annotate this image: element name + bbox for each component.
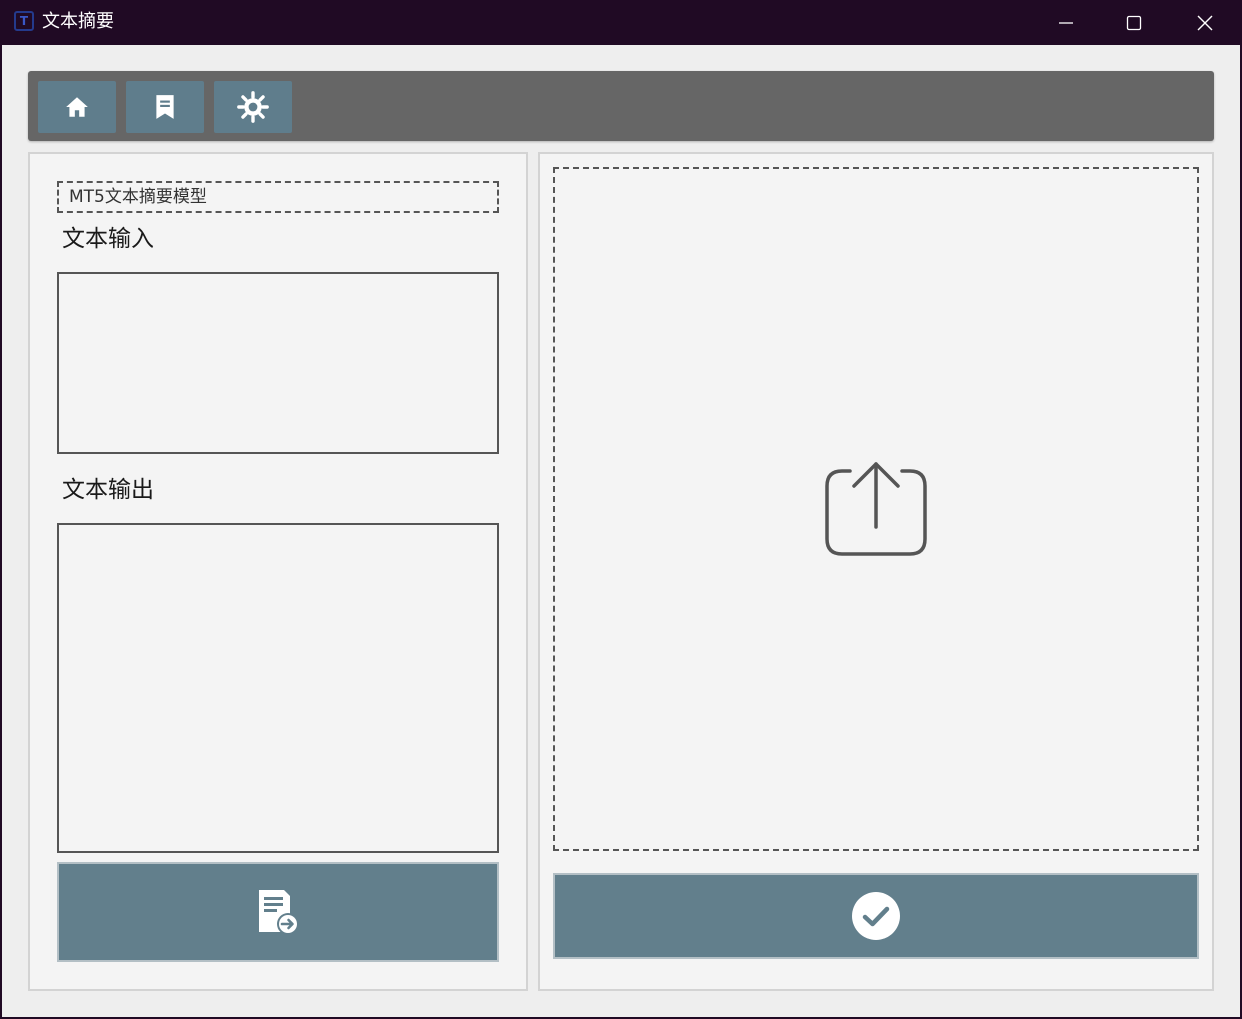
model-name-label: MT5文本摘要模型 (57, 181, 499, 213)
minimize-icon (1059, 21, 1073, 24)
left-panel: MT5文本摘要模型 文本输入 文本输出 (28, 152, 528, 991)
minimize-button[interactable] (1031, 0, 1101, 45)
bookmark-button[interactable] (126, 81, 204, 133)
title-bar: T 文本摘要 (0, 0, 1242, 45)
output-label: 文本输出 (62, 477, 154, 503)
gear-icon (237, 91, 269, 123)
input-label: 文本输入 (62, 226, 154, 252)
home-icon (66, 97, 88, 117)
app-logo-icon: T (14, 11, 34, 31)
toolbar (28, 71, 1214, 141)
window-content: MT5文本摘要模型 文本输入 文本输出 (2, 45, 1240, 1017)
maximize-icon (1126, 15, 1142, 30)
text-output-area[interactable] (57, 523, 499, 853)
bookmark-icon (156, 95, 174, 119)
document-export-icon (259, 890, 299, 935)
summarize-button[interactable] (57, 862, 499, 962)
maximize-button[interactable] (1099, 0, 1169, 45)
settings-button[interactable] (214, 81, 292, 133)
close-icon (1197, 15, 1213, 30)
upload-icon (825, 462, 927, 556)
close-button[interactable] (1170, 0, 1240, 45)
confirm-button[interactable] (553, 873, 1199, 959)
right-panel (538, 152, 1214, 991)
check-circle-icon (852, 892, 900, 940)
window-title: 文本摘要 (42, 11, 114, 32)
home-button[interactable] (38, 81, 116, 133)
text-input-area[interactable] (57, 272, 499, 454)
file-drop-zone[interactable] (553, 167, 1199, 851)
